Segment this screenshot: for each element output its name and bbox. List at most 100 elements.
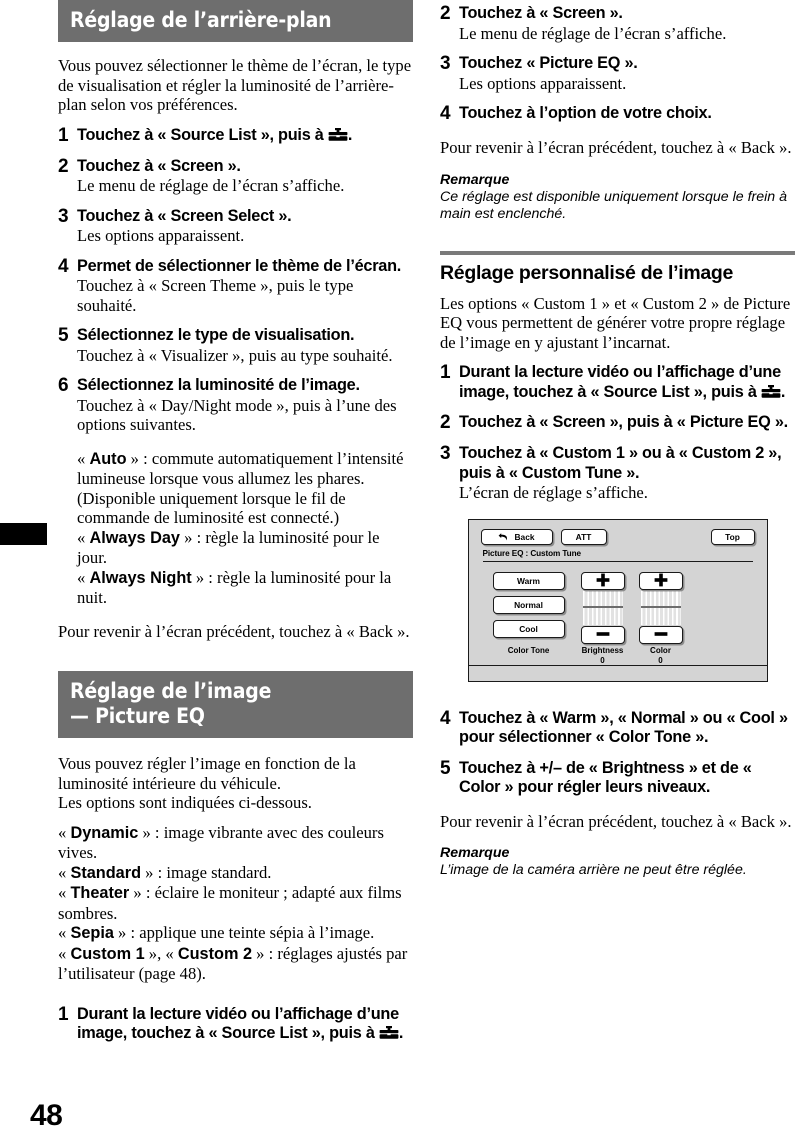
color-tone-normal-button[interactable]: Normal <box>492 595 565 614</box>
step-number: 2 <box>58 155 69 177</box>
color-plus-button[interactable] <box>638 571 683 590</box>
option-open-guil: « <box>58 862 71 882</box>
step-description: Le menu de réglage de l’écran s’affiche. <box>459 23 727 43</box>
right-column: 2 Touchez à « Screen ». Le menu de régla… <box>440 0 795 879</box>
top-button[interactable]: Top <box>710 528 755 545</box>
option-open-guil: « <box>58 923 71 942</box>
option-close-guil: » : <box>141 862 167 882</box>
color-tone-cool-button[interactable]: Cool <box>492 619 565 638</box>
toolbox-icon <box>328 127 348 142</box>
screen-title-underline <box>482 560 753 562</box>
step-item: 5 Touchez à +/– de « Brightness » et de … <box>440 757 795 798</box>
step-number: 2 <box>440 412 451 433</box>
toolbox-icon <box>379 1026 399 1040</box>
warm-label: Warm <box>517 575 540 586</box>
step-title-suffix: . <box>780 382 786 401</box>
step-number: 5 <box>58 325 69 346</box>
option-text: applique une teinte sépia à l’image. <box>139 923 375 942</box>
step-number: 2 <box>440 3 451 24</box>
color-slider[interactable] <box>640 590 681 625</box>
step-item: 2 Touchez à « Screen ». Le menu de régla… <box>440 4 795 43</box>
option-close-guil: » : <box>126 448 152 468</box>
banner-line-1: Réglage de l’image <box>70 679 272 703</box>
step-description: Les options apparaissent. <box>459 73 627 93</box>
back-arrow-icon <box>498 532 510 542</box>
step-title: Durant la lecture vidéo ou l’affichage d… <box>459 363 795 402</box>
step-description: L’écran de réglage s’affiche. <box>459 483 648 502</box>
option-close-guil: » : <box>113 923 140 942</box>
brightness-label: Brightness <box>581 645 624 655</box>
color-minus-button[interactable] <box>638 625 683 644</box>
step-number: 5 <box>440 757 451 779</box>
step-title: Touchez à « Custom 1 » ou à « Custom 2 »… <box>459 444 782 482</box>
color-label: Color <box>650 645 671 655</box>
option-close-guil: » : <box>179 527 206 547</box>
option-name: Always Night <box>89 568 192 587</box>
page-number: 48 <box>30 1099 63 1132</box>
brightness-plus-button[interactable] <box>580 571 625 590</box>
brightness-slider[interactable] <box>582 590 623 625</box>
step-description: Touchez à « Visualizer », puis au type s… <box>77 345 393 365</box>
step-title-text: Durant la lecture vidéo ou l’affichage d… <box>77 1004 399 1043</box>
option-name: Auto <box>89 449 127 468</box>
section-heading-custom-picture: Réglage personnalisé de l’image <box>440 250 795 284</box>
step-item: 3 Touchez à « Screen Select ». Les optio… <box>58 205 413 246</box>
option-name: Custom 1 <box>70 944 145 963</box>
section-banner-background-setting: Réglage de l’arrière-plan <box>58 0 413 42</box>
plus-icon <box>653 572 669 590</box>
minus-icon <box>595 626 611 644</box>
heading-text: Réglage personnalisé de l’image <box>440 261 734 284</box>
note-block: Remarque L’image de la caméra arrière ne… <box>440 845 795 879</box>
device-screen-illustration: Back ATT Top Picture EQ : Custom Tune Wa… <box>467 518 768 682</box>
step-title: Durant la lecture vidéo ou l’affichage d… <box>77 1005 413 1044</box>
step-title: Touchez « Picture EQ ». <box>459 54 638 72</box>
step-number: 4 <box>440 707 451 729</box>
option-close-guil: » : <box>138 822 164 842</box>
option-open-guil: « <box>77 567 90 587</box>
option-open-guil: « <box>77 448 90 468</box>
step-title-suffix: . <box>398 1024 404 1042</box>
step-number: 3 <box>440 443 451 464</box>
option-open-guil: « <box>58 883 71 902</box>
step-item: 4 Touchez à l’option de votre choix. <box>440 104 795 124</box>
step-title: Touchez à « Screen ». <box>77 156 241 175</box>
left-column: Réglage de l’arrière-plan Vous pouvez sé… <box>58 0 413 1044</box>
intro-paragraph-background: Vous pouvez sélectionner le thème de l’é… <box>58 56 412 114</box>
step-description: Le menu de réglage de l’écran s’affiche. <box>77 176 345 195</box>
option-list-daynight: « Auto » : commute automatiquement l’int… <box>77 449 413 608</box>
note-text: Ce réglage est disponible uniquement lor… <box>440 188 788 222</box>
step-title: Touchez à « Warm », « Normal » ou « Cool… <box>459 708 788 747</box>
step-number: 1 <box>440 362 451 383</box>
step-number: 3 <box>58 205 69 227</box>
step-number: 1 <box>58 124 69 146</box>
cool-label: Cool <box>519 623 538 634</box>
option-name-2: Custom 2 <box>177 944 253 963</box>
step-title: Touchez à « Screen », puis à « Picture E… <box>459 413 788 431</box>
plus-icon <box>595 572 611 590</box>
option-name: Standard <box>70 863 142 882</box>
step-number: 4 <box>58 255 69 277</box>
option-close-guil: » : <box>191 567 218 587</box>
option-close-guil: » : <box>129 883 155 902</box>
device-bottom-strip <box>467 665 768 682</box>
step-item: 1 Durant la lecture vidéo ou l’affichage… <box>58 1004 413 1044</box>
color-label-group: Color 0 <box>635 646 687 666</box>
step-item: 1 Durant la lecture vidéo ou l’affichage… <box>440 363 795 402</box>
step-item: 3 Touchez « Picture EQ ». Les options ap… <box>440 54 795 93</box>
normal-label: Normal <box>514 599 543 610</box>
att-button[interactable]: ATT <box>560 528 607 545</box>
option-name: Dynamic <box>70 823 139 842</box>
device-screen-body: Back ATT Top Picture EQ : Custom Tune Wa… <box>467 518 768 666</box>
brightness-value: 0 <box>600 655 605 665</box>
top-button-label: Top <box>725 531 740 542</box>
brightness-minus-button[interactable] <box>580 625 625 644</box>
brightness-label-group: Brightness 0 <box>569 646 637 666</box>
brightness-slider-level <box>582 605 623 608</box>
minus-icon <box>653 626 669 644</box>
banner-line-1: Réglage de l’arrière-plan <box>70 8 332 32</box>
step-number: 6 <box>58 375 69 396</box>
color-tone-warm-button[interactable]: Warm <box>492 571 565 590</box>
back-button[interactable]: Back <box>480 528 553 545</box>
option-name: Theater <box>70 884 130 902</box>
step-title: Touchez à +/– de « Brightness » et de « … <box>459 758 752 797</box>
